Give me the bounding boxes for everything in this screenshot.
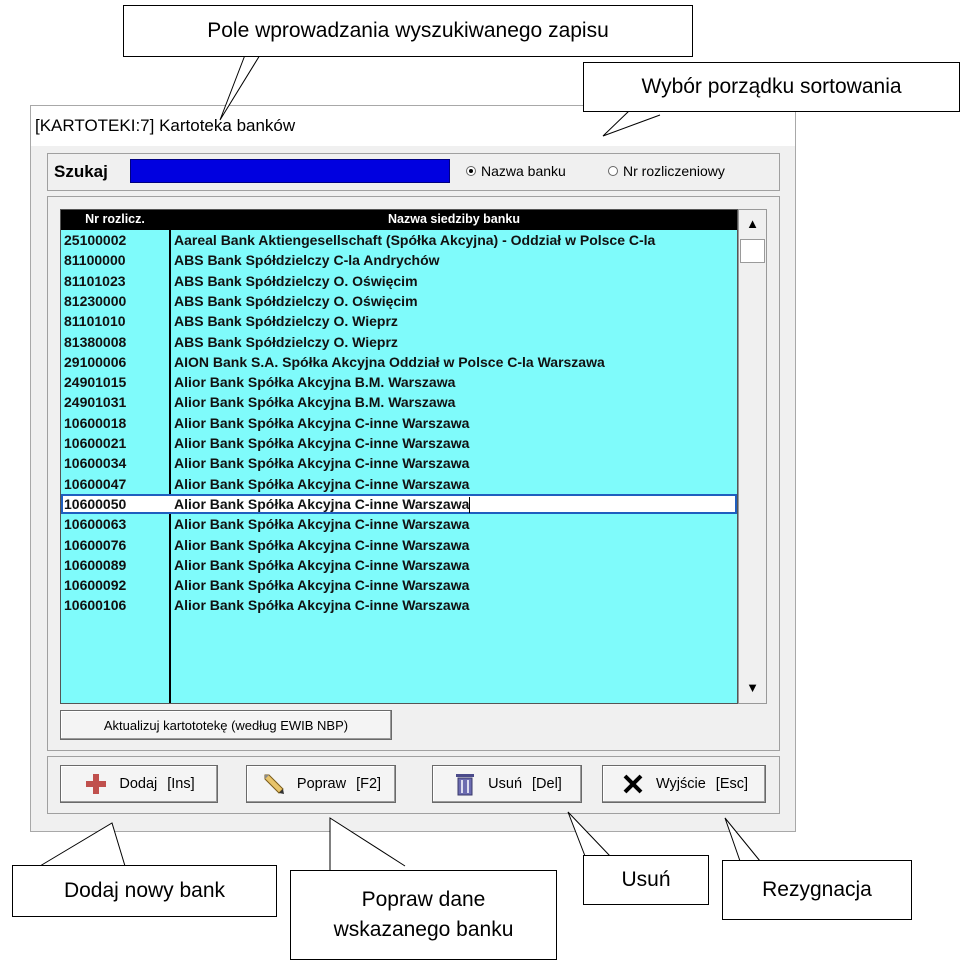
add-callout-pointer [39, 822, 126, 867]
callout-sort-order: Wybór porządku sortowania [583, 62, 960, 112]
callout-edit-line1: Popraw dane [361, 887, 486, 911]
callout-edit-line2: wskazanego banku [333, 918, 514, 941]
callout-add: Dodaj nowy bank [12, 865, 277, 917]
search-callout-pointer [219, 54, 261, 121]
callout-leader-lines [39, 54, 761, 871]
exit-callout-pointer [724, 817, 761, 862]
delete-callout-pointer [567, 811, 611, 857]
callout-search-field: Pole wprowadzania wyszukiwanego zapisu [123, 5, 693, 57]
edit-callout-pointer [329, 817, 406, 871]
sort-callout-pointer [602, 109, 661, 137]
callout-exit: Rezygnacja [722, 860, 912, 920]
callout-delete: Usuń [583, 855, 709, 905]
callout-edit: Popraw dane wskazanego banku [290, 870, 557, 960]
